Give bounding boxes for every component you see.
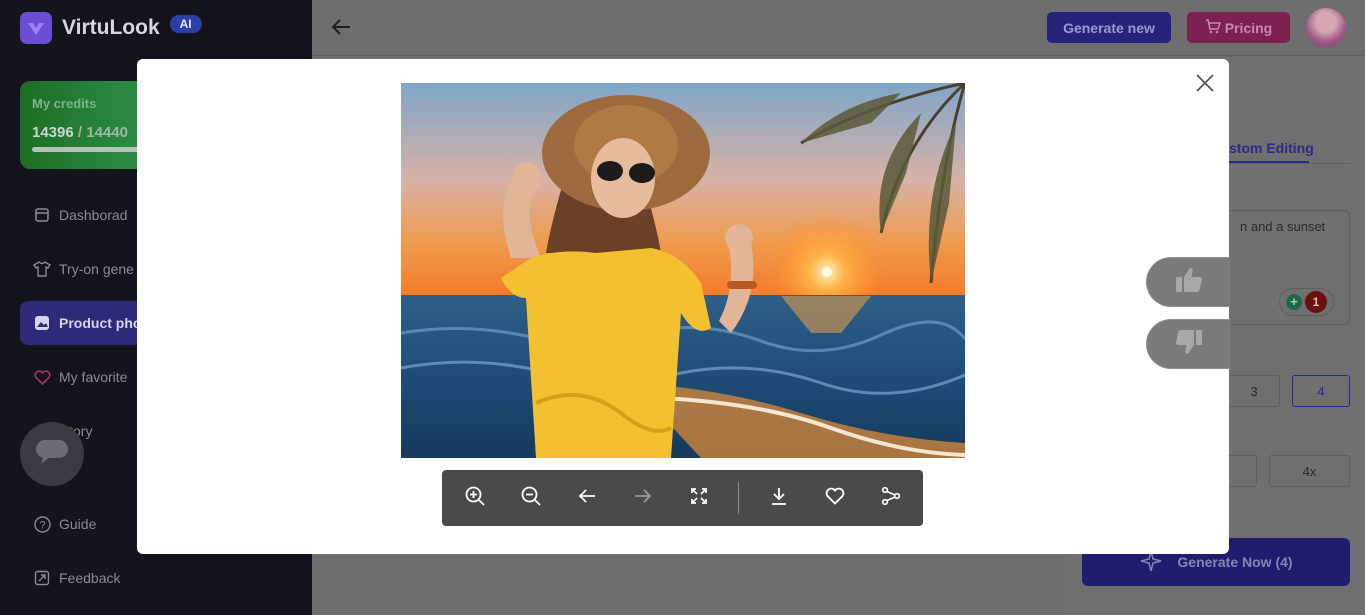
- prompt-text: n and a sunset: [1240, 219, 1326, 234]
- count-option-3[interactable]: 3: [1229, 375, 1280, 407]
- share-button[interactable]: [877, 484, 905, 512]
- chat-support-button[interactable]: [20, 422, 84, 486]
- zoom-in-button[interactable]: [461, 484, 489, 512]
- brand-logo-icon: [20, 12, 52, 44]
- next-image-button[interactable]: [629, 484, 657, 512]
- prompt-count: 1: [1305, 291, 1327, 313]
- tshirt-icon: [33, 260, 51, 278]
- brand-name: VirtuLook: [62, 16, 160, 39]
- toolbar-divider: [738, 482, 739, 514]
- thumbs-down-icon: [1174, 328, 1204, 361]
- download-button[interactable]: [765, 484, 793, 512]
- close-icon[interactable]: [1194, 72, 1216, 94]
- image-icon: [33, 314, 51, 332]
- next-arrow-icon: [633, 486, 653, 511]
- chat-icon: [35, 439, 69, 470]
- cart-icon: [1205, 18, 1221, 37]
- back-arrow-icon[interactable]: [330, 16, 352, 38]
- pricing-button[interactable]: Pricing: [1187, 12, 1290, 43]
- favorite-button[interactable]: [821, 484, 849, 512]
- scale-option-4x[interactable]: 4x: [1269, 455, 1350, 487]
- prev-arrow-icon: [577, 486, 597, 511]
- sidebar-item-feedback[interactable]: Feedback: [20, 556, 292, 600]
- share-icon: [881, 486, 901, 511]
- thumbs-up-button[interactable]: [1146, 257, 1230, 307]
- sidebar-item-label: Guide: [59, 516, 97, 532]
- credits-current: 14396: [32, 124, 74, 141]
- zoom-out-button[interactable]: [517, 484, 545, 512]
- tab-custom-editing[interactable]: stom Editing: [1229, 140, 1314, 156]
- ai-badge: AI: [169, 15, 202, 33]
- pricing-label: Pricing: [1224, 19, 1273, 36]
- generated-photo: [401, 83, 965, 458]
- credits-title: My credits: [32, 96, 97, 111]
- user-avatar[interactable]: [1306, 8, 1346, 48]
- sidebar-item-label: Try-on gene: [59, 261, 134, 277]
- feedback-icon: [33, 569, 51, 587]
- viewer-toolbar: [442, 470, 923, 526]
- favorite-heart-icon: [825, 487, 845, 510]
- heart-icon: [33, 368, 51, 386]
- sidebar-item-label: Feedback: [59, 570, 121, 586]
- thumbs-up-icon: [1174, 266, 1204, 299]
- download-icon: [769, 486, 789, 511]
- thumbs-down-button[interactable]: [1146, 319, 1230, 369]
- prompt-badge[interactable]: + 1: [1279, 288, 1334, 316]
- credits-separator: /: [73, 124, 87, 141]
- tab-divider: [1229, 163, 1350, 164]
- scale-option[interactable]: [1229, 455, 1257, 487]
- sidebar-item-label: Product pho: [59, 315, 142, 331]
- credits-value: 14396 / 14440: [32, 124, 128, 141]
- sidebar-item-label: Dashborad: [59, 207, 128, 223]
- brand[interactable]: VirtuLook AI: [20, 12, 202, 44]
- credits-total: 14440: [86, 124, 128, 141]
- fullscreen-icon: [689, 486, 709, 511]
- count-option-4[interactable]: 4: [1292, 375, 1350, 407]
- generate-new-button[interactable]: Generate new: [1047, 12, 1171, 43]
- dashboard-icon: [33, 206, 51, 224]
- fullscreen-button[interactable]: [685, 484, 713, 512]
- previous-image-button[interactable]: [573, 484, 601, 512]
- sidebar-item-label: My favorite: [59, 369, 128, 385]
- zoom-in-icon: [464, 485, 486, 512]
- question-icon: ?: [33, 515, 51, 533]
- generate-now-label: Generate Now (4): [1177, 554, 1293, 570]
- svg-text:?: ?: [39, 519, 45, 531]
- zoom-out-icon: [520, 485, 542, 512]
- add-icon: +: [1286, 294, 1302, 310]
